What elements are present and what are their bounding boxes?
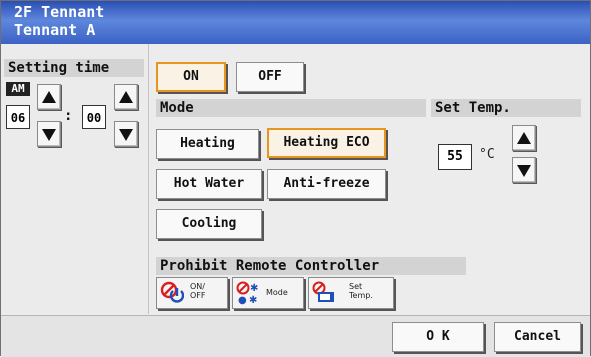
ok-button[interactable]: O K xyxy=(392,322,484,352)
prohibit-onoff-label-1: ON/ xyxy=(190,282,205,291)
hot-water-button[interactable]: Hot Water xyxy=(156,169,262,199)
prohibit-settemp-button[interactable]: Set Temp. xyxy=(308,277,394,309)
minute-value: 00 xyxy=(82,105,106,129)
hour-down-button[interactable] xyxy=(37,121,61,147)
mode-header: Mode xyxy=(156,99,426,117)
svg-text:✱: ✱ xyxy=(250,283,258,294)
prohibit-mode-label: Mode xyxy=(266,288,288,297)
cancel-button[interactable]: Cancel xyxy=(494,322,581,352)
title-bar: 2F Tennant Tennant A xyxy=(1,1,590,44)
set-temp-value: 55 xyxy=(438,144,472,170)
footer-bar: O K Cancel xyxy=(1,315,590,357)
prohibit-settemp-label-2: Temp. xyxy=(349,291,373,300)
setting-time-header: Setting time xyxy=(4,59,144,77)
cooling-button[interactable]: Cooling xyxy=(156,209,262,239)
set-temp-unit: °C xyxy=(479,147,495,162)
svg-text:✱: ✱ xyxy=(249,295,257,305)
ampm-indicator: AM xyxy=(6,82,30,96)
heating-button[interactable]: Heating xyxy=(156,129,259,159)
temp-down-button[interactable] xyxy=(512,157,536,183)
off-button[interactable]: OFF xyxy=(236,62,304,92)
mode-prohibit-icon: ✱ ● ✱ xyxy=(236,281,258,305)
minute-up-button[interactable] xyxy=(114,84,138,110)
hour-value: 06 xyxy=(6,105,30,129)
power-prohibit-icon xyxy=(160,281,184,303)
settemp-prohibit-icon xyxy=(312,281,334,302)
title-line-2: Tennant A xyxy=(14,21,96,39)
prohibit-onoff-button[interactable]: ON/ OFF xyxy=(156,277,228,309)
time-separator: : xyxy=(64,108,73,124)
heating-eco-button[interactable]: Heating ECO xyxy=(267,128,386,158)
temp-up-button[interactable] xyxy=(512,125,536,151)
setting-time-panel: Setting time AM 06 : 00 xyxy=(1,44,149,314)
hour-up-button[interactable] xyxy=(37,84,61,110)
prohibit-settemp-label-1: Set xyxy=(349,282,363,291)
anti-freeze-button[interactable]: Anti-freeze xyxy=(267,169,386,199)
set-temp-header: Set Temp. xyxy=(431,99,581,117)
prohibit-mode-button[interactable]: ✱ ● ✱ Mode xyxy=(232,277,304,309)
title-line-1: 2F Tennant xyxy=(14,3,105,21)
on-button[interactable]: ON xyxy=(156,62,226,92)
svg-text:●: ● xyxy=(238,295,247,305)
minute-down-button[interactable] xyxy=(114,121,138,147)
prohibit-onoff-label-2: OFF xyxy=(190,291,206,300)
dialog-window: 2F Tennant Tennant A Setting time AM 06 … xyxy=(0,0,591,357)
prohibit-header: Prohibit Remote Controller xyxy=(156,257,466,275)
